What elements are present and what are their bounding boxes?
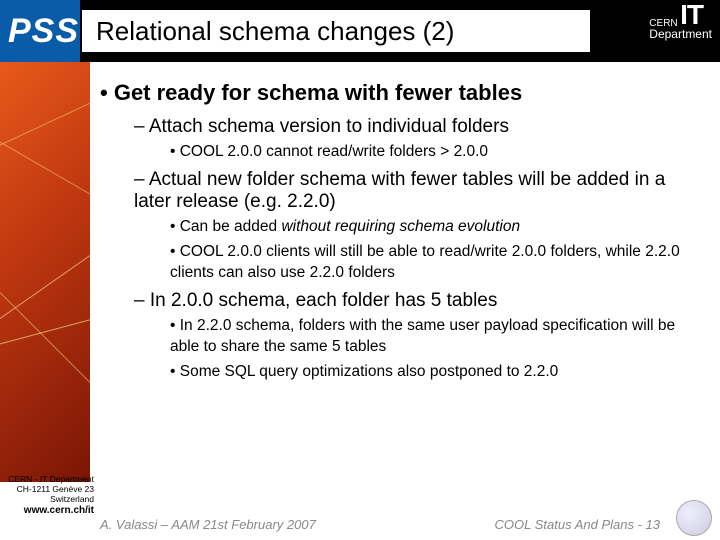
- title-band: Relational schema changes (2): [82, 10, 590, 52]
- it-text: IT: [680, 0, 703, 30]
- cern-label: CERN: [649, 18, 677, 29]
- bullet-sub: Actual new folder schema with fewer tabl…: [134, 169, 700, 213]
- dept-text: Department: [649, 27, 712, 41]
- slide-footer: CERN - IT Department CH-1211 Genève 23 S…: [0, 480, 720, 540]
- bullet-sub: In 2.0.0 schema, each folder has 5 table…: [134, 290, 700, 312]
- dept-url: www.cern.ch/it: [2, 505, 94, 517]
- bullet-sub2: Can be added without requiring schema ev…: [170, 217, 700, 238]
- globe-icon: [676, 500, 712, 536]
- sidebar-graphic: [0, 62, 90, 482]
- footer-page: COOL Status And Plans - 13: [495, 517, 660, 532]
- dept-address: CERN - IT Department CH-1211 Genève 23 S…: [2, 475, 94, 516]
- bullet-sub2: In 2.2.0 schema, folders with the same u…: [170, 316, 700, 358]
- bullet-sub2: COOL 2.0.0 clients will still be able to…: [170, 242, 700, 284]
- slide-content: Get ready for schema with fewer tables A…: [100, 80, 700, 386]
- slide-title: Relational schema changes (2): [96, 16, 454, 47]
- slide-header: PSS Relational schema changes (2) CERN I…: [0, 0, 720, 62]
- bullet-sub2: Some SQL query optimizations also postpo…: [170, 362, 700, 383]
- pss-logo: PSS: [0, 12, 79, 51]
- bullet-sub: Attach schema version to individual fold…: [134, 116, 700, 138]
- bullet-sub2: COOL 2.0.0 cannot read/write folders > 2…: [170, 142, 700, 163]
- cern-it-logo: CERN IT Department: [649, 4, 712, 41]
- bullet-main: Get ready for schema with fewer tables: [100, 80, 700, 106]
- addr-line: Switzerland: [2, 495, 94, 505]
- footer-author: A. Valassi – AAM 21st February 2007: [100, 517, 316, 532]
